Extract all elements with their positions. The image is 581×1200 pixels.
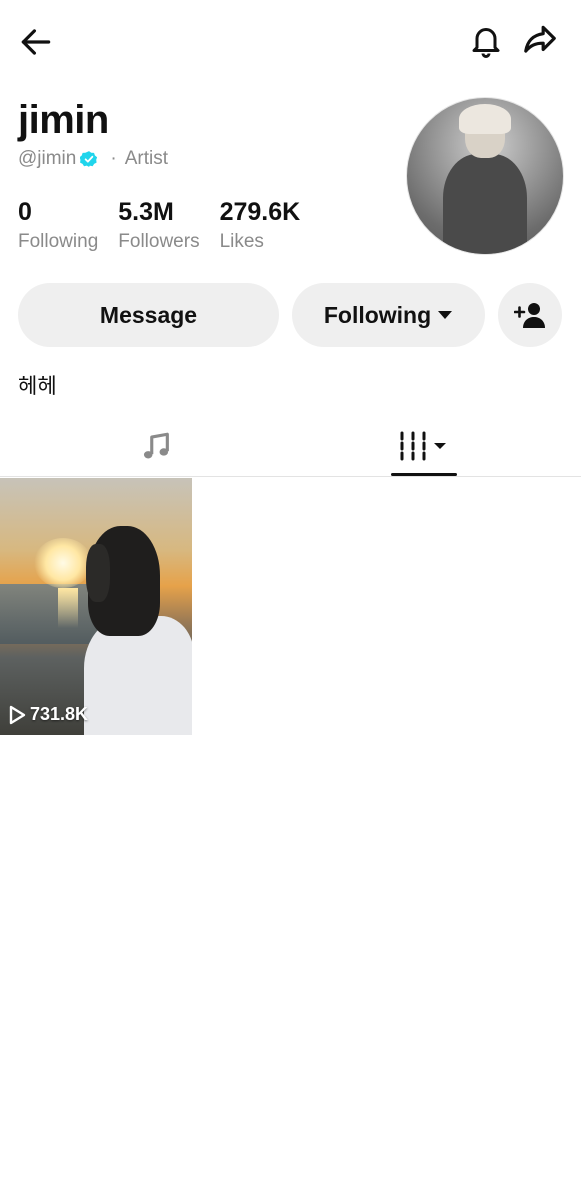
following-button-label: Following: [323, 301, 432, 328]
profile-role: Artist: [124, 148, 168, 169]
profile-name: jimin: [18, 98, 109, 142]
thumbnail-glint: [58, 588, 78, 628]
add-friend-button[interactable]: [498, 283, 562, 347]
stat-label: Followers: [118, 231, 200, 252]
verified-badge-icon: [80, 150, 98, 168]
music-note-icon: [143, 432, 169, 459]
avatar-figure-body: [443, 154, 527, 254]
share-icon: [524, 25, 556, 53]
stat-followers[interactable]: 5.3M Followers: [118, 198, 199, 253]
thumbnail-person-face: [86, 544, 110, 602]
view-count: 731.8K: [8, 704, 88, 725]
message-button[interactable]: Message: [18, 283, 279, 347]
content-tabs: [0, 418, 581, 477]
profile-handle: @jimin: [18, 148, 77, 169]
profile-stats: 0 Following 5.3M Followers 279.6K Likes: [18, 198, 320, 253]
view-count-label: 731.8K: [30, 704, 89, 724]
thumbnail-sun: [34, 538, 92, 588]
tab-videos[interactable]: [390, 418, 458, 476]
avatar[interactable]: [406, 97, 564, 255]
following-button[interactable]: Following: [292, 283, 485, 347]
notifications-button[interactable]: [464, 18, 508, 62]
stat-value: 5.3M: [118, 198, 174, 226]
bell-icon: [472, 28, 500, 58]
grid-bars-icon: [400, 431, 446, 461]
play-icon: [9, 705, 26, 724]
avatar-figure-hair: [459, 104, 511, 134]
arrow-left-icon: [21, 29, 51, 55]
stat-value: 0: [18, 198, 32, 226]
back-button[interactable]: [14, 20, 58, 64]
stat-label: Likes: [219, 231, 264, 252]
separator-dot: ·: [110, 148, 117, 169]
stat-likes[interactable]: 279.6K Likes: [220, 198, 301, 253]
active-tab-indicator: [391, 473, 457, 476]
top-bar: [0, 0, 581, 84]
handle-row: @jimin · Artist: [18, 148, 168, 170]
tab-music[interactable]: [126, 418, 186, 476]
stat-label: Following: [18, 231, 99, 252]
stat-value: 279.6K: [219, 198, 301, 226]
caret-down-icon: [437, 310, 453, 320]
add-user-icon: [514, 303, 545, 328]
profile-bio: 헤헤: [18, 374, 57, 398]
share-button[interactable]: [518, 18, 562, 62]
video-thumbnail[interactable]: 731.8K: [0, 478, 192, 735]
stat-following[interactable]: 0 Following: [18, 198, 98, 253]
